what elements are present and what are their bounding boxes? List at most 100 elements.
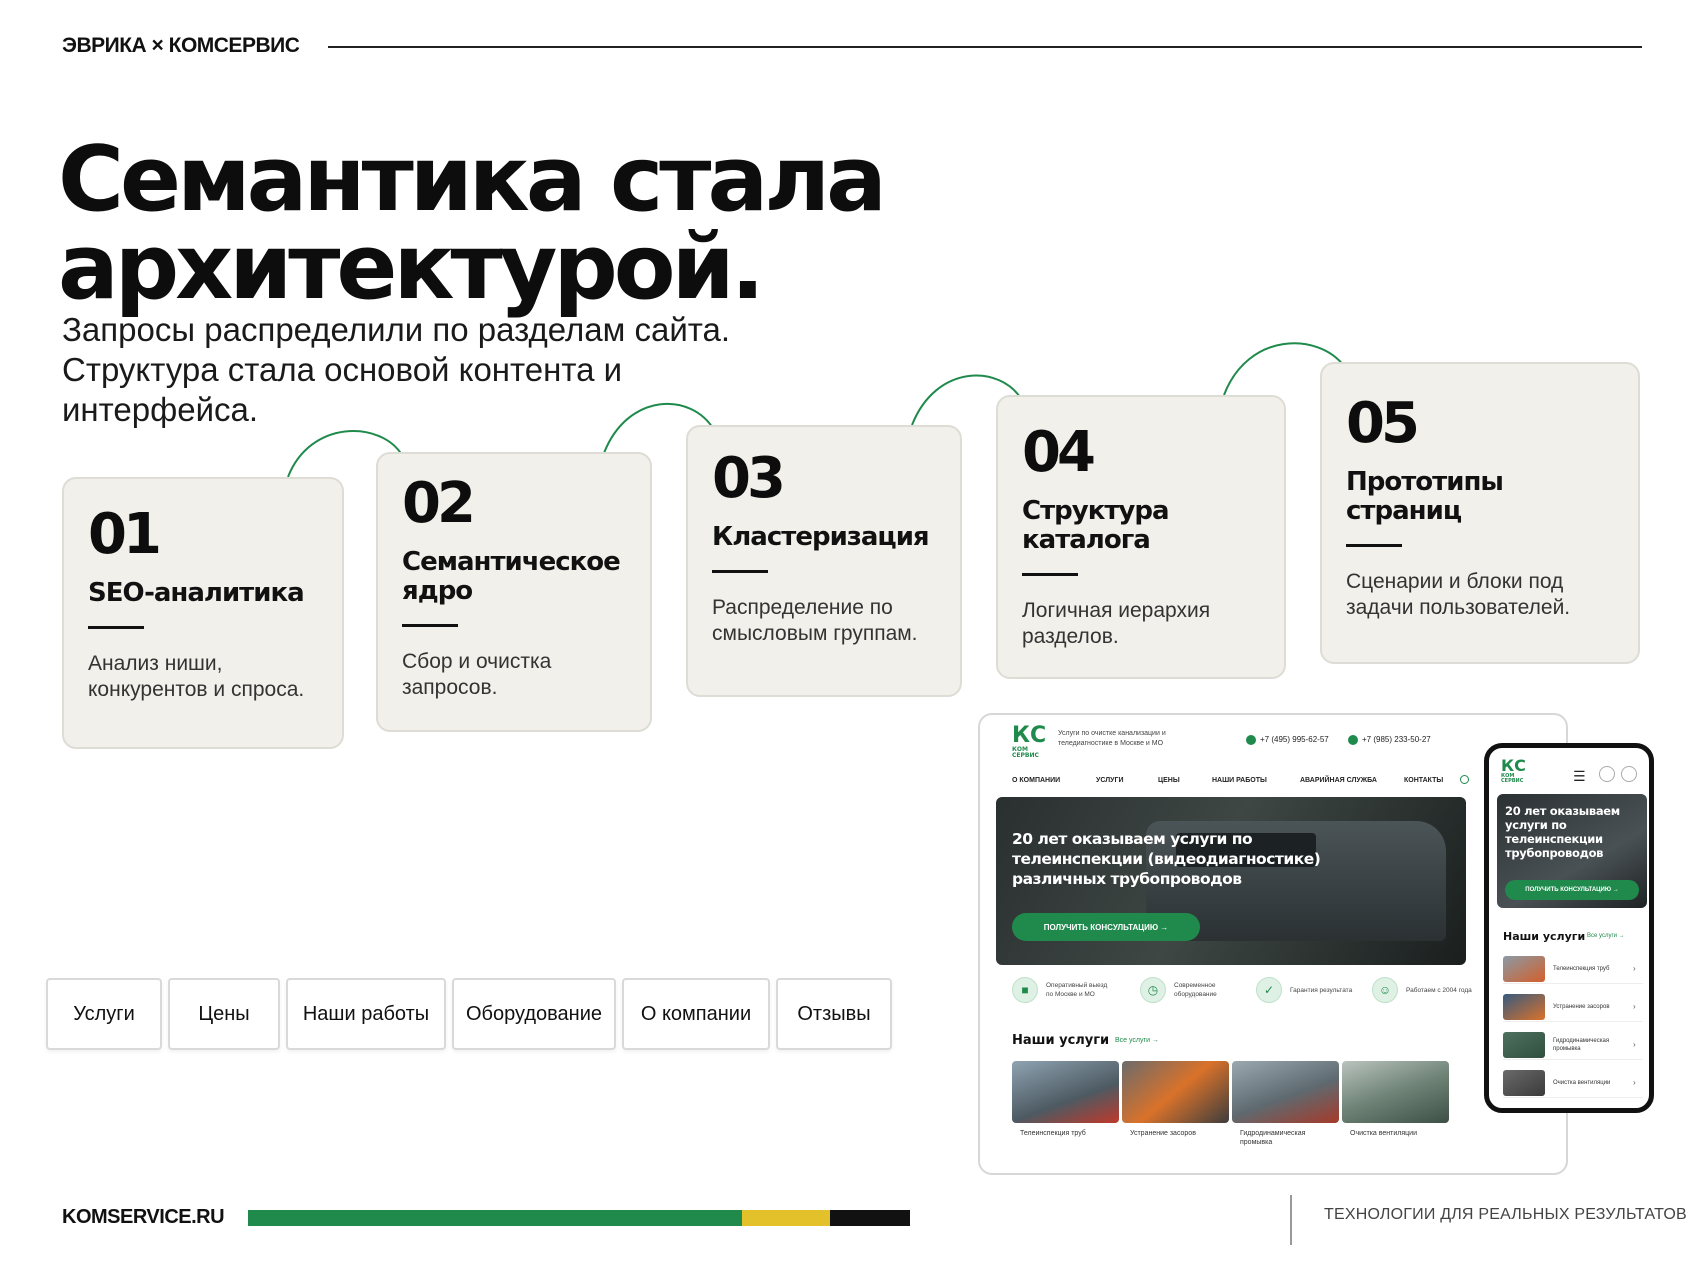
chip-reviews[interactable]: Отзывы	[776, 978, 892, 1050]
logo-mark: КС	[1501, 756, 1526, 775]
users-icon: ☺	[1372, 977, 1398, 1003]
service-image	[1232, 1061, 1339, 1123]
step-title: SEO-аналитика	[88, 578, 305, 608]
shield-icon: ✓	[1256, 977, 1282, 1003]
service-label: Гидродинамическая промывка	[1240, 1130, 1306, 1146]
chip-services[interactable]: Услуги	[46, 978, 162, 1050]
menu-icon[interactable]: ☰	[1573, 768, 1586, 785]
mobile-service-row[interactable]: Телеинспекция труб ›	[1503, 954, 1643, 984]
logo-text: КОМ СЕРВИС	[1012, 746, 1039, 759]
mobile-service-row[interactable]: Устранение засоров ›	[1503, 992, 1643, 1022]
service-label: Очистка вентиляции	[1553, 1079, 1611, 1086]
phone-2-text: +7 (985) 233-50-27	[1362, 735, 1431, 745]
mobile-all-services-link[interactable]: Все услуги →	[1587, 933, 1625, 939]
service-thumb	[1503, 955, 1545, 982]
footer-site: KOMSERVICE.RU	[62, 1206, 225, 1228]
chevron-right-icon: ›	[1633, 1040, 1636, 1049]
service-label: Гидродинамическая промывка	[1553, 1037, 1610, 1052]
hero-title: 20 лет оказываем услуги по телеинспекции…	[1012, 830, 1321, 888]
step-description: Распределение по смысловым группам.	[712, 596, 918, 645]
nav-contacts[interactable]: КОНТАКТЫ	[1404, 777, 1443, 784]
step-divider	[712, 570, 768, 573]
mobile-service-row[interactable]: Очистка вентиляции ›	[1503, 1068, 1643, 1098]
service-card[interactable]: Устранение засоров	[1122, 1061, 1229, 1138]
phone-1-text: +7 (495) 995-62-57	[1260, 735, 1329, 745]
feature-text: Гарантия результата	[1290, 986, 1353, 994]
search-icon[interactable]	[1460, 775, 1469, 784]
chevron-right-icon: ›	[1633, 1002, 1636, 1011]
progress-bar-black	[830, 1210, 910, 1226]
step-description: Логичная иерархия разделов.	[1022, 599, 1211, 648]
site-phone-1[interactable]: +7 (495) 995-62-57	[1246, 735, 1329, 745]
nav-works[interactable]: НАШИ РАБОТЫ	[1212, 777, 1267, 784]
service-label: Очистка вентиляции	[1350, 1130, 1417, 1137]
step-title: Кластеризация	[712, 522, 930, 552]
service-image	[1122, 1061, 1229, 1123]
step-description: Сбор и очистка запросов.	[402, 650, 552, 699]
service-label: Телеинспекция труб	[1553, 965, 1610, 972]
service-card[interactable]: Очистка вентиляции	[1342, 1061, 1449, 1138]
service-thumb	[1503, 1069, 1545, 1096]
service-thumb	[1503, 1031, 1545, 1058]
service-label: Устранение засоров	[1130, 1130, 1196, 1137]
chip-prices[interactable]: Цены	[168, 978, 280, 1050]
step-number: 05	[1346, 391, 1420, 456]
hero-banner: 20 лет оказываем услуги по телеинспекции…	[996, 797, 1466, 965]
step-divider	[402, 624, 458, 627]
nav-about[interactable]: О КОМПАНИИ	[1012, 777, 1060, 784]
clock-icon: ◷	[1140, 977, 1166, 1003]
site-logo: КС КОМ СЕРВИС	[1012, 723, 1047, 761]
step-number: 01	[88, 502, 162, 567]
feature-1: ■ Оперативный выезд по Москве и МО	[1012, 977, 1116, 1003]
chip-equipment[interactable]: Оборудование	[452, 978, 616, 1050]
logo-text: КОМ СЕРВИС	[1501, 773, 1524, 784]
chevron-right-icon: ›	[1633, 964, 1636, 973]
phone-icon	[1348, 735, 1358, 745]
step-title: Семантическое ядро	[402, 547, 621, 606]
service-image	[1012, 1061, 1119, 1123]
step-number: 03	[712, 446, 786, 511]
step-description: Анализ ниши, конкурентов и спроса.	[88, 652, 305, 701]
phone-icon	[1246, 735, 1256, 745]
step-divider	[88, 626, 144, 629]
step-divider	[1022, 573, 1078, 576]
mobile-service-row[interactable]: Гидродинамическая промывка ›	[1503, 1030, 1643, 1060]
service-thumb	[1503, 993, 1545, 1020]
phone-icon[interactable]	[1621, 766, 1637, 782]
chip-our-works[interactable]: Наши работы	[286, 978, 446, 1050]
site-phone-2[interactable]: +7 (985) 233-50-27	[1348, 735, 1431, 745]
mobile-services-heading: Наши услуги	[1503, 930, 1586, 943]
footer-divider	[1290, 1195, 1292, 1245]
mobile-hero-title: 20 лет оказываем услуги по телеинспекции…	[1505, 804, 1620, 860]
feature-2: ◷ Современное оборудование	[1140, 977, 1244, 1003]
logo-mark: КС	[1012, 723, 1047, 748]
feature-text: Современное оборудование	[1174, 982, 1217, 998]
service-image	[1342, 1061, 1449, 1123]
feature-4: ☺ Работаем с 2004 года	[1372, 977, 1476, 1003]
mobile-consult-button[interactable]: ПОЛУЧИТЬ КОНСУЛЬТАЦИЮ →	[1505, 880, 1639, 900]
chevron-right-icon: ›	[1633, 1078, 1636, 1087]
service-card[interactable]: Телеинспекция труб	[1012, 1061, 1119, 1138]
nav-emergency[interactable]: АВАРИЙНАЯ СЛУЖБА	[1300, 777, 1377, 784]
step-card-03: 03 Кластеризация Распределение по смысло…	[686, 425, 962, 697]
desktop-site-mockup: КС КОМ СЕРВИС Услуги по очистке канализа…	[978, 713, 1568, 1175]
step-title: Структура каталога	[1022, 496, 1170, 555]
mobile-logo: КС КОМ СЕРВИС	[1501, 758, 1531, 794]
service-card[interactable]: Гидродинамическая промывка	[1232, 1061, 1339, 1147]
step-card-02: 02 Семантическое ядро Сбор и очистка зап…	[376, 452, 652, 732]
footer-slogan: ТЕХНОЛОГИИ ДЛЯ РЕАЛЬНЫХ РЕЗУЛЬТАТОВ	[1324, 1206, 1687, 1223]
feature-text: Работаем с 2004 года	[1406, 986, 1472, 994]
progress-bar-green	[248, 1210, 742, 1226]
whatsapp-icon[interactable]	[1599, 766, 1615, 782]
step-card-04: 04 Структура каталога Логичная иерархия …	[996, 395, 1286, 679]
chip-about[interactable]: О компании	[622, 978, 770, 1050]
nav-services[interactable]: УСЛУГИ	[1096, 777, 1124, 784]
service-label: Устранение засоров	[1553, 1003, 1610, 1010]
services-heading: Наши услуги	[1012, 1033, 1110, 1048]
nav-prices[interactable]: ЦЕНЫ	[1158, 777, 1180, 784]
step-card-05: 05 Прототипы страниц Сценарии и блоки по…	[1320, 362, 1640, 664]
all-services-link[interactable]: Все услуги →	[1115, 1037, 1159, 1044]
site-tagline: Услуги по очистке канализации и теледиаг…	[1058, 730, 1166, 747]
step-number: 02	[402, 471, 476, 536]
hero-consult-button[interactable]: ПОЛУЧИТЬ КОНСУЛЬТАЦИЮ →	[1012, 913, 1200, 941]
